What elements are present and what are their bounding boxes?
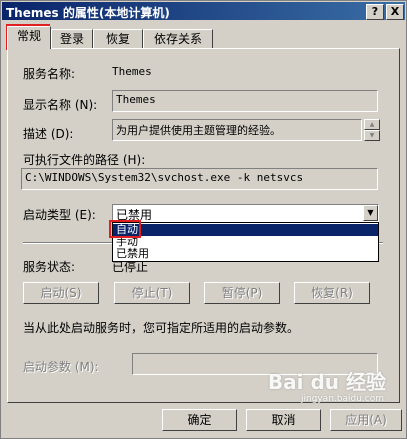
exe-path-field: C:\WINDOWS\System32\svchost.exe -k netsv… (21, 168, 378, 190)
dropdown-arrow-icon[interactable]: ▼ (363, 205, 378, 221)
hint-text: 当从此处启动服务时，您可指定所适用的启动参数。 (23, 321, 300, 335)
resume-button[interactable]: 恢复(R) (294, 282, 370, 304)
close-button[interactable]: X (386, 4, 404, 20)
display-name-label: 显示名称 (N): (23, 98, 98, 112)
title-bar[interactable]: Themes 的属性(本地计算机) ? X (2, 2, 405, 20)
option-automatic[interactable]: 自动 (113, 224, 378, 236)
tab-dependencies[interactable]: 依存关系 (143, 29, 213, 48)
cancel-button[interactable]: 取消 (246, 409, 321, 431)
exe-path-label: 可执行文件的路径 (H): (23, 153, 146, 167)
tab-general[interactable]: 常规 (7, 26, 51, 49)
properties-dialog: Themes 的属性(本地计算机) ? X 常规 登录 恢复 依存关系 服务名称… (0, 0, 407, 439)
ok-button[interactable]: 确定 (162, 409, 237, 431)
description-field[interactable]: 为用户提供使用主题管理的经验。 (112, 119, 362, 141)
stop-button[interactable]: 停止(T) (114, 282, 190, 304)
description-label: 描述 (D): (23, 127, 74, 141)
service-name-label: 服务名称: (23, 67, 76, 81)
tab-recovery[interactable]: 恢复 (93, 29, 143, 48)
baidu-watermark-url: jingyan.baidu.com (300, 394, 384, 404)
service-name-value: Themes (112, 65, 152, 78)
window-title: Themes 的属性(本地计算机) (6, 6, 170, 20)
baidu-watermark-logo: Bai du 经验 (267, 370, 386, 394)
apply-button[interactable]: 应用(A) (330, 409, 402, 431)
tab-logon[interactable]: 登录 (51, 29, 93, 48)
display-name-field[interactable]: Themes (112, 90, 378, 112)
startup-type-select[interactable]: 已禁用 ▼ (112, 204, 379, 222)
option-disabled[interactable]: 已禁用 (113, 248, 378, 260)
help-button[interactable]: ? (366, 4, 384, 20)
startup-type-label: 启动类型 (E): (23, 208, 96, 222)
startup-type-dropdown: 自动 手动 已禁用 (112, 222, 379, 262)
start-params-label: 启动参数 (M): (23, 360, 99, 374)
service-status-label: 服务状态: (23, 260, 76, 274)
scroll-down-icon[interactable]: ▼ (364, 130, 380, 141)
start-button[interactable]: 启动(S) (23, 282, 99, 304)
pause-button[interactable]: 暂停(P) (204, 282, 280, 304)
option-manual[interactable]: 手动 (113, 236, 378, 248)
scroll-up-icon[interactable]: ▲ (364, 119, 380, 130)
startup-type-value: 已禁用 (116, 208, 153, 222)
